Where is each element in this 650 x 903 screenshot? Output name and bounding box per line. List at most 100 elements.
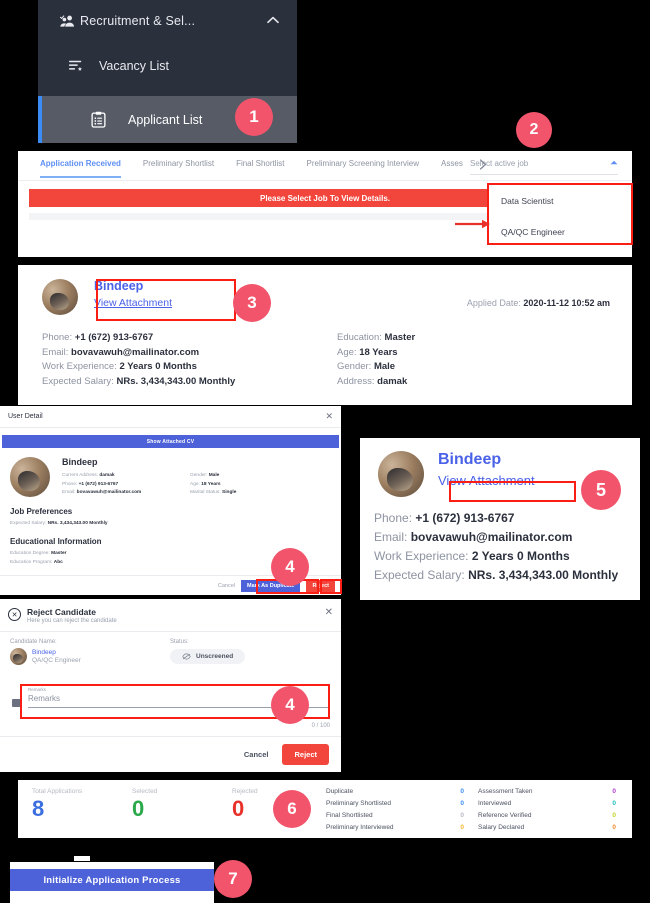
stat-value: 0: [460, 787, 464, 795]
field-expected-salary: Expected Salary: NRs. 3,434,343.00 Month…: [42, 375, 236, 387]
tab-application-received[interactable]: Application Received: [40, 159, 121, 178]
stat-label: Final Shortlisted: [326, 811, 373, 819]
applicant-name[interactable]: Bindeep: [438, 451, 535, 469]
sidebar-item-vacancy-list[interactable]: Vacancy List: [38, 48, 297, 84]
candidate-name-label: Candidate Name:: [10, 639, 57, 645]
cancel-button[interactable]: Cancel: [244, 750, 269, 759]
stat-value: 0: [460, 799, 464, 807]
step-badge-2: 2: [516, 112, 552, 148]
status-badge: Unscreened: [170, 649, 246, 664]
candidate-name[interactable]: Bindeep: [32, 649, 81, 656]
stat-preliminary-interviewed: Preliminary Interviewed 0: [326, 821, 478, 833]
avatar: [378, 451, 424, 497]
field-current-address: Current Address: damak: [62, 473, 115, 478]
field-marital-status: Marital Status: Single: [190, 490, 237, 495]
field-email: Email: bovavawuh@mailinator.com: [374, 530, 573, 544]
stat-assessment-taken: Assessment Taken 0: [478, 785, 630, 797]
applicant-detail-card: Bindeep View Attachment Phone: +1 (672) …: [360, 438, 640, 600]
field-age: Age: 18 Years: [190, 481, 221, 487]
field-address: Address: damak: [337, 375, 408, 387]
applicant-detail-columns: Phone: +1 (672) 913-6767 Email: bovavawu…: [18, 331, 632, 389]
field-education: Education: Master: [337, 332, 416, 343]
clipboard-list-icon: [86, 111, 110, 128]
field-gender: Gender: Male: [190, 473, 220, 478]
reject-modal-title: Reject Candidate: [27, 607, 96, 617]
chevron-up-icon[interactable]: [267, 15, 279, 27]
reject-button[interactable]: Reject: [282, 744, 329, 765]
select-active-job-placeholder: Select active job: [470, 159, 529, 168]
status-label: Status:: [170, 639, 189, 645]
stat-value: 0: [612, 799, 616, 807]
step-badge-5: 5: [581, 470, 621, 510]
initialize-process-panel: Initialize Application Process: [10, 862, 214, 903]
initialize-application-process-button[interactable]: Initialize Application Process: [10, 869, 214, 891]
field-work-experience: Work Experience: 2 Years 0 Months: [42, 361, 197, 372]
tab-assessment[interactable]: Asses: [441, 159, 463, 176]
stat-value: 0: [612, 823, 616, 831]
stat-label: Duplicate: [326, 787, 354, 795]
panel-top-sliver: [74, 856, 90, 861]
stat-interviewed: Interviewed 0: [478, 797, 630, 809]
status-block: Status: Unscreened: [170, 639, 330, 665]
job-preferences-section: Job Preferences Expected Salary: NRs. 3,…: [0, 507, 341, 529]
detail-card-fields: Phone: +1 (672) 913-6767 Email: bovavawu…: [360, 497, 640, 585]
reject-modal-footer: Cancel Reject: [0, 736, 341, 772]
select-active-job-dropdown[interactable]: Select active job: [470, 153, 618, 175]
users-check-icon: [56, 14, 80, 28]
stat-label: Reference Verified: [478, 811, 532, 819]
tab-preliminary-shortlist[interactable]: Preliminary Shortlist: [143, 159, 214, 176]
field-age: Age: 18 Years: [337, 346, 398, 358]
sidebar-item-label: Vacancy List: [99, 59, 169, 73]
tab-bar: Application Received Preliminary Shortli…: [18, 151, 632, 181]
stat-selected: Selected 0: [132, 788, 232, 822]
option-qa-qc-engineer[interactable]: QA/QC Engineer: [489, 216, 631, 247]
reject-modal-subtitle: Here you can reject the candidate: [27, 618, 117, 624]
stat-label: Preliminary Interviewed: [326, 823, 394, 831]
circle-x-icon: ✕: [8, 608, 21, 621]
user-detail-fields: Current Address: damak Phone: +1 (672) 9…: [62, 472, 331, 498]
stat-total-applications: Total Applications 8: [32, 788, 132, 822]
stat-duplicate: Duplicate 0: [326, 785, 478, 797]
tab-preliminary-screening-interview[interactable]: Preliminary Screening Interview: [307, 159, 420, 176]
active-job-options-list[interactable]: Data Scientist QA/QC Engineer: [487, 183, 633, 245]
statistics-panel: Total Applications 8 Selected 0 Rejected…: [18, 780, 632, 838]
avatar: [10, 457, 50, 497]
stat-value: 0: [132, 796, 145, 821]
avatar: [42, 279, 78, 315]
modal-title: User Detail: [8, 413, 43, 420]
show-attached-cv-button[interactable]: Show Attached CV: [2, 435, 339, 448]
field-expected-salary: Expected Salary: NRs. 3,434,343.00 Month…: [374, 568, 619, 582]
close-icon[interactable]: ✕: [325, 411, 333, 422]
reject-modal-body: Candidate Name: Bindeep QA/QC Engineer S…: [0, 632, 341, 665]
highlight-box-reject-small: [320, 579, 342, 594]
applied-date-value: 2020-11-12 10:52 am: [523, 298, 610, 308]
user-fields-left: Current Address: damak Phone: +1 (672) 9…: [62, 472, 190, 498]
stat-reference-verified: Reference Verified 0: [478, 809, 630, 821]
sidebar-group-label: Recruitment & Sel...: [80, 14, 196, 28]
candidate-role: QA/QC Engineer: [32, 657, 81, 664]
tab-final-shortlist[interactable]: Final Shortlist: [236, 159, 284, 176]
applied-date: Applied Date: 2020-11-12 10:52 am: [467, 298, 610, 308]
stat-preliminary-shortlisted: Preliminary Shortlisted 0: [326, 797, 478, 809]
stat-salary-declared: Salary Declared 0: [478, 821, 630, 833]
step-badge-1: 1: [235, 98, 273, 136]
sidebar-group-recruitment[interactable]: Recruitment & Sel...: [38, 0, 297, 42]
field-expected-salary: Expected Salary: NRs. 3,434,343.00 Month…: [10, 520, 108, 526]
step-badge-4a: 4: [271, 548, 309, 586]
field-gender: Gender: Male: [337, 361, 396, 372]
screenshot-root: Recruitment & Sel... Vacancy List Applic…: [0, 0, 650, 903]
option-data-scientist[interactable]: Data Scientist: [489, 185, 631, 216]
field-phone: Phone: +1 (672) 913-6767: [42, 332, 154, 343]
candidate-row: Bindeep QA/QC Engineer: [10, 648, 170, 665]
field-phone: Phone: +1 (672) 913-6767: [374, 511, 515, 525]
secondary-stats-col-1: Duplicate 0 Preliminary Shortlisted 0 Fi…: [326, 785, 478, 833]
stat-label: Interviewed: [478, 799, 512, 807]
stat-value: 8: [32, 796, 45, 821]
stat-label: Salary Declared: [478, 823, 525, 831]
close-icon[interactable]: ✕: [325, 607, 333, 624]
field-work-experience: Work Experience: 2 Years 0 Months: [374, 549, 570, 563]
secondary-stats-col-2: Assessment Taken 0 Interviewed 0 Referen…: [478, 785, 630, 833]
stat-label: Selected: [132, 788, 158, 795]
cancel-button[interactable]: Cancel: [218, 583, 235, 589]
user-detail-info: Bindeep Current Address: damak Phone: +1…: [62, 457, 331, 498]
